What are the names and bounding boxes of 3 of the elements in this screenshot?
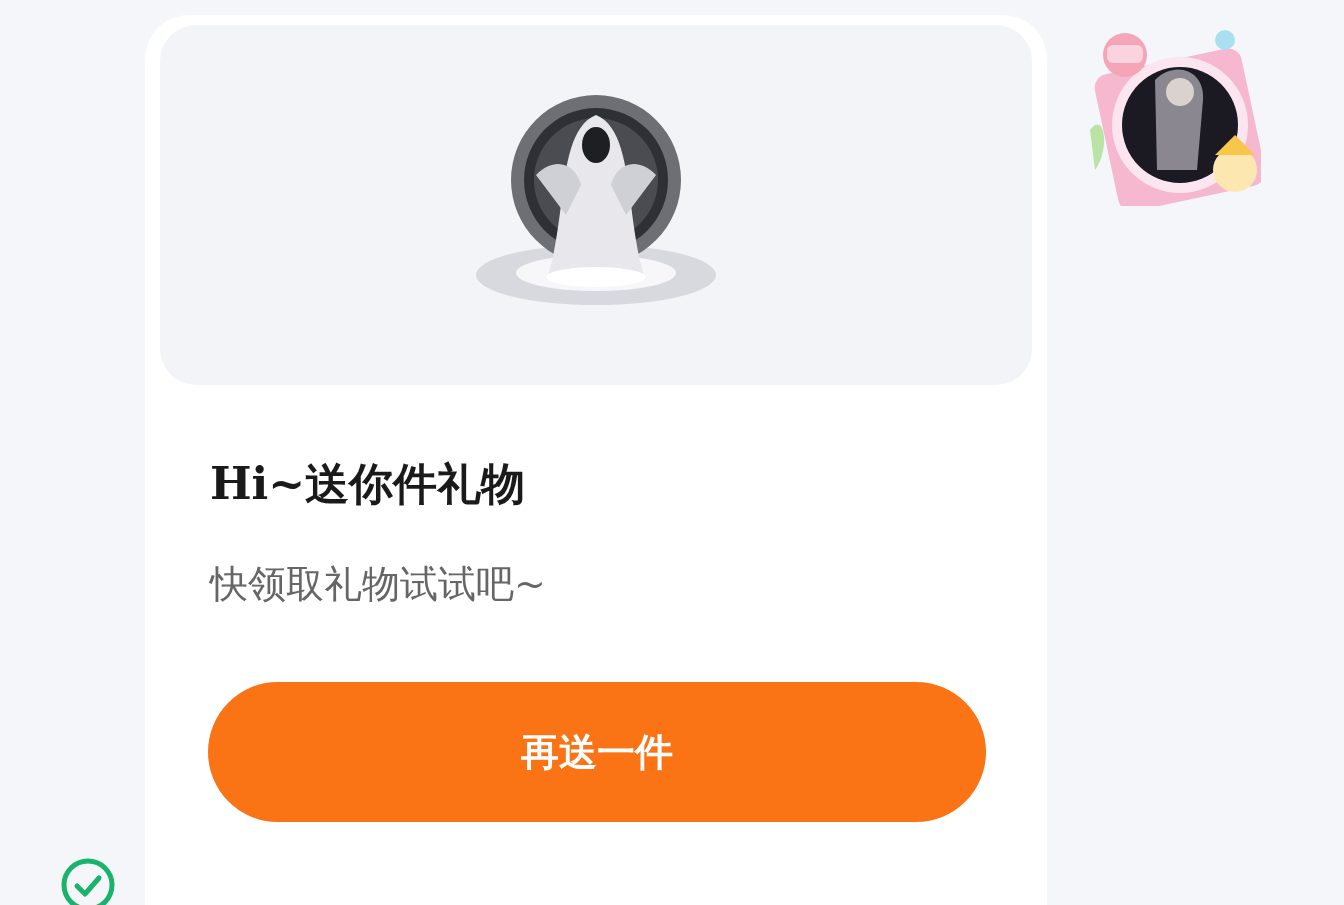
card-subtitle: 快领取礼物试试吧~ (210, 561, 546, 608)
card-title: Hi~送你件礼物 (210, 457, 526, 511)
send-another-button[interactable]: 再送一件 (208, 682, 986, 822)
